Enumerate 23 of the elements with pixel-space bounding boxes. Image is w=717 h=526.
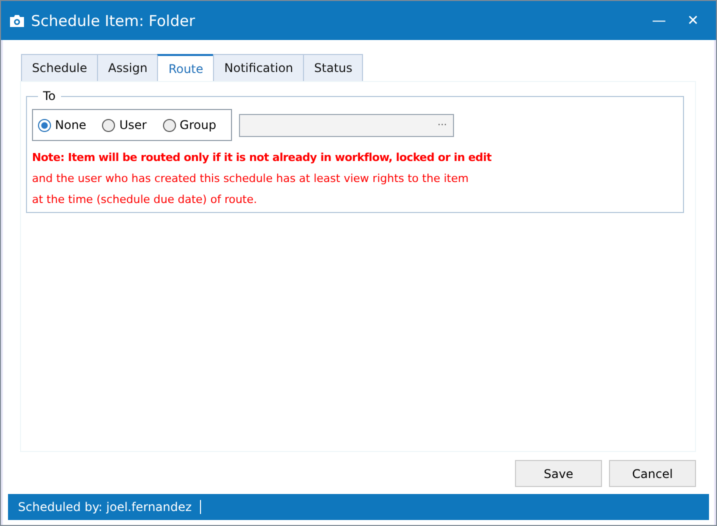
picker-field[interactable]: ···	[239, 114, 454, 136]
radio-option[interactable]: Group	[162, 118, 216, 132]
tab[interactable]: Status	[303, 54, 364, 81]
note-text: Note: Item will be routed only if it is not already in workflow, locked or in edit	[32, 151, 492, 164]
tab[interactable]: Notification	[213, 54, 304, 81]
dialog-button[interactable]: Save	[515, 460, 602, 487]
radio-option[interactable]: None	[38, 118, 86, 132]
window-title: Schedule Item: Folder	[31, 12, 196, 30]
radio-label: User	[119, 118, 147, 132]
close-button[interactable]: ✕	[676, 1, 710, 40]
minimize-button[interactable]: —	[642, 1, 676, 40]
browse-button[interactable]: ···	[437, 120, 447, 130]
radio-label: None	[55, 118, 86, 132]
radio-option[interactable]: User	[102, 118, 147, 132]
note-text: at the time (schedule due date) of route.	[32, 193, 258, 206]
camera-icon	[9, 14, 25, 28]
status-text: Scheduled by: joel.fernandez	[18, 500, 201, 514]
note-text: and the user who has created this schedule has at least view rights to the item	[32, 172, 470, 185]
dialog-button[interactable]: Cancel	[609, 460, 696, 487]
tab[interactable]: Assign	[97, 54, 158, 81]
radio-label: Group	[180, 118, 216, 132]
group-legend: To	[38, 89, 61, 103]
tab[interactable]: Schedule	[21, 54, 98, 81]
